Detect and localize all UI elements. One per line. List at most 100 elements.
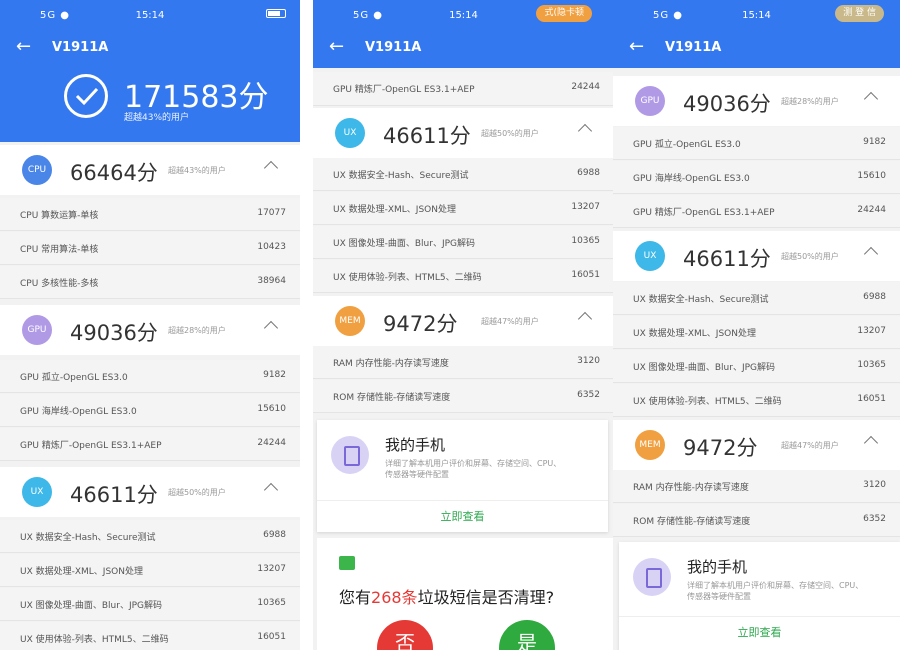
mem-badge-icon: MEM bbox=[335, 306, 365, 336]
gpu-row: GPU 孤立-OpenGL ES3.0 9182 bbox=[0, 360, 300, 393]
view-now-link[interactable]: 立即查看 bbox=[317, 500, 608, 532]
ux-section-header[interactable]: UX 46611分 超越50%的用户 bbox=[0, 467, 300, 517]
chevron-up-icon[interactable] bbox=[263, 482, 279, 498]
mem-score: 9472分 bbox=[683, 436, 758, 460]
ux-section-header[interactable]: UX 46611分 超越50%的用户 bbox=[613, 231, 900, 281]
ux-score: 46611分 bbox=[683, 247, 771, 271]
mem-rank: 超越47%的用户 bbox=[781, 441, 839, 450]
row-value: 6988 bbox=[863, 292, 886, 302]
row-label: GPU 精炼厂-OpenGL ES3.1+AEP bbox=[20, 441, 162, 451]
row-value: 13207 bbox=[571, 202, 600, 212]
row-value: 16051 bbox=[857, 394, 886, 404]
chevron-up-icon[interactable] bbox=[263, 320, 279, 336]
yes-button[interactable]: 是 bbox=[499, 620, 555, 650]
no-button[interactable]: 否 bbox=[377, 620, 433, 650]
row-value: 16051 bbox=[257, 632, 286, 642]
my-phone-title: 我的手机 bbox=[385, 436, 446, 454]
gpu-badge-icon: GPU bbox=[635, 86, 665, 116]
total-rank: 超越43%的用户 bbox=[124, 113, 190, 123]
ux-row: UX 数据安全-Hash、Secure测试 6988 bbox=[0, 520, 300, 553]
row-label: GPU 海岸线-OpenGL ES3.0 bbox=[20, 407, 137, 417]
ux-score: 46611分 bbox=[383, 124, 471, 148]
row-value: 24244 bbox=[257, 438, 286, 448]
gpu-row: GPU 精炼厂-OpenGL ES3.1+AEP 24244 bbox=[613, 195, 900, 228]
cpu-row: CPU 常用算法-单核 10423 bbox=[0, 232, 300, 265]
gpu-section-header[interactable]: GPU 49036分 超越28%的用户 bbox=[613, 76, 900, 126]
row-value: 10423 bbox=[257, 242, 286, 252]
row-value: 10365 bbox=[571, 236, 600, 246]
status-time: 15:14 bbox=[135, 10, 165, 21]
row-label: GPU 孤立-OpenGL ES3.0 bbox=[20, 373, 128, 383]
row-value: 17077 bbox=[257, 208, 286, 218]
mem-row: ROM 存储性能-存储读写速度 6352 bbox=[313, 380, 614, 413]
row-value: 13207 bbox=[257, 564, 286, 574]
my-phone-card: 我的手机 详细了解本机用户评价和屏幕、存储空间、CPU、传感器等硬件配置 立即查… bbox=[619, 542, 900, 650]
floating-pill[interactable]: 式(隐卡顿 bbox=[536, 5, 592, 22]
ux-row: UX 数据安全-Hash、Secure测试 6988 bbox=[313, 158, 614, 191]
screenshot-panel-3: 5G ● 15:14 测 登 信 ← V1911A GPU 49036分 超越2… bbox=[613, 0, 900, 650]
promo-count: 268条 bbox=[371, 588, 418, 607]
floating-pill[interactable]: 测 登 信 bbox=[835, 5, 884, 22]
ux-row: UX 数据处理-XML、JSON处理 13207 bbox=[613, 316, 900, 349]
mem-section-header[interactable]: MEM 9472分 超越47%的用户 bbox=[313, 296, 614, 346]
row-value: 6352 bbox=[863, 514, 886, 524]
cpu-section-header[interactable]: CPU 66464分 超越43%的用户 bbox=[0, 145, 300, 195]
battery-icon bbox=[266, 9, 286, 18]
row-label: RAM 内存性能-内存读写速度 bbox=[333, 359, 449, 369]
mem-row: RAM 内存性能-内存读写速度 3120 bbox=[613, 470, 900, 503]
row-label: GPU 孤立-OpenGL ES3.0 bbox=[633, 140, 741, 150]
cpu-row: CPU 多核性能-多核 38964 bbox=[0, 266, 300, 299]
chevron-up-icon[interactable] bbox=[577, 311, 593, 327]
row-value: 24244 bbox=[857, 205, 886, 215]
chevron-up-icon[interactable] bbox=[863, 435, 879, 451]
gpu-row: GPU 海岸线-OpenGL ES3.0 15610 bbox=[613, 161, 900, 194]
gpu-badge-icon: GPU bbox=[22, 315, 52, 345]
promo-suffix: 垃圾短信是否清理? bbox=[417, 588, 555, 607]
device-model-title: V1911A bbox=[365, 40, 422, 55]
my-phone-desc: 详细了解本机用户评价和屏幕、存储空间、CPU、传感器等硬件配置 bbox=[385, 459, 562, 479]
row-label: UX 数据处理-XML、JSON处理 bbox=[20, 567, 143, 577]
message-icon bbox=[339, 556, 355, 570]
mem-badge-icon: MEM bbox=[635, 430, 665, 460]
row-value: 16051 bbox=[571, 270, 600, 280]
chevron-up-icon[interactable] bbox=[863, 246, 879, 262]
row-label: UX 使用体验-列表、HTML5、二维码 bbox=[20, 635, 169, 645]
total-score-area: 171583分 超越43%的用户 bbox=[0, 70, 300, 140]
row-label: UX 数据处理-XML、JSON处理 bbox=[333, 205, 456, 215]
row-value: 6988 bbox=[263, 530, 286, 540]
row-label: GPU 海岸线-OpenGL ES3.0 bbox=[633, 174, 750, 184]
chevron-up-icon[interactable] bbox=[863, 91, 879, 107]
back-arrow-icon[interactable]: ← bbox=[329, 38, 344, 56]
row-label: GPU 精炼厂-OpenGL ES3.1+AEP bbox=[633, 208, 775, 218]
cpu-rank: 超越43%的用户 bbox=[168, 166, 226, 175]
back-arrow-icon[interactable]: ← bbox=[629, 38, 644, 56]
gpu-row: GPU 精炼厂-OpenGL ES3.1+AEP 24244 bbox=[0, 428, 300, 461]
ux-row: UX 使用体验-列表、HTML5、二维码 16051 bbox=[313, 260, 614, 293]
mem-score: 9472分 bbox=[383, 312, 458, 336]
row-label: UX 图像处理-曲面、Blur、JPG解码 bbox=[633, 363, 775, 373]
row-value: 3120 bbox=[577, 356, 600, 366]
my-phone-card: 我的手机 详细了解本机用户评价和屏幕、存储空间、CPU、传感器等硬件配置 立即查… bbox=[317, 420, 608, 532]
cpu-badge-icon: CPU bbox=[22, 155, 52, 185]
gpu-rank: 超越28%的用户 bbox=[168, 326, 226, 335]
ux-row: UX 数据处理-XML、JSON处理 13207 bbox=[313, 192, 614, 225]
row-value: 9182 bbox=[863, 137, 886, 147]
row-label: ROM 存储性能-存储读写速度 bbox=[333, 393, 451, 403]
gpu-section-header[interactable]: GPU 49036分 超越28%的用户 bbox=[0, 305, 300, 355]
ux-badge-icon: UX bbox=[335, 118, 365, 148]
ux-section-header[interactable]: UX 46611分 超越50%的用户 bbox=[313, 108, 614, 158]
row-label: UX 使用体验-列表、HTML5、二维码 bbox=[333, 273, 482, 283]
promo-prefix: 您有 bbox=[339, 588, 372, 607]
mem-section-header[interactable]: MEM 9472分 超越47%的用户 bbox=[613, 420, 900, 470]
gpu-row: GPU 孤立-OpenGL ES3.0 9182 bbox=[613, 127, 900, 160]
row-value: 9182 bbox=[263, 370, 286, 380]
chevron-up-icon[interactable] bbox=[263, 160, 279, 176]
sms-cleanup-promo: 您有268条垃圾短信是否清理? 否 是 bbox=[317, 538, 614, 650]
view-now-link[interactable]: 立即查看 bbox=[619, 616, 900, 648]
row-label: UX 使用体验-列表、HTML5、二维码 bbox=[633, 397, 782, 407]
row-value: 6988 bbox=[577, 168, 600, 178]
chevron-up-icon[interactable] bbox=[577, 123, 593, 139]
gpu-score: 49036分 bbox=[70, 321, 158, 345]
back-arrow-icon[interactable]: ← bbox=[16, 38, 31, 56]
row-value: 6352 bbox=[577, 390, 600, 400]
